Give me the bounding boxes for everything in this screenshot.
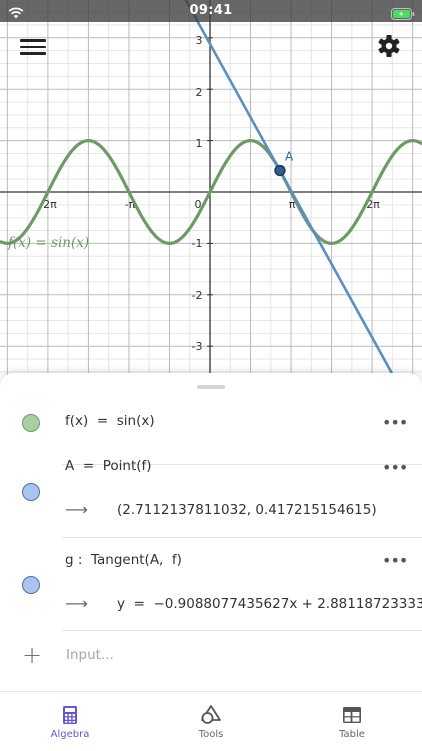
tools-icon [201,705,221,724]
tab-label-algebra: Algebra [50,729,90,740]
y-tick-label: -3 [192,340,203,353]
visibility-toggle-g[interactable] [22,576,40,594]
algebra-row-g[interactable]: g : Tangent(A, f) ••• ⟶ y = −0.908807743… [0,538,422,631]
output-arrow-icon: ⟶ [65,500,88,519]
graphics-view[interactable]: -2π -π π 2π 0 3 2 1 -1 -2 -3 f(x) = sin(… [0,0,422,390]
settings-button[interactable] [376,33,402,59]
point-a[interactable] [274,164,286,177]
expression-g[interactable]: g : Tangent(A, f) [65,552,182,568]
tab-table[interactable]: Table [282,692,422,751]
more-options-g[interactable]: ••• [382,553,408,569]
tab-tools[interactable]: Tools [141,692,281,751]
grid-major-lines [0,0,422,390]
tab-label-table: Table [339,729,365,740]
status-time: 09:41 [189,3,233,18]
y-tick-label: 1 [196,137,203,150]
output-arrow-icon: ⟶ [65,594,88,613]
hamburger-menu-button[interactable] [20,36,46,58]
y-tick-label: 2 [196,86,203,99]
grid-minor-lines [0,0,422,390]
panel-drag-handle[interactable] [197,385,225,389]
input-field[interactable]: Input... [66,647,114,663]
menu-icon [20,39,46,42]
more-options-f[interactable]: ••• [382,415,408,431]
expression-a[interactable]: A = Point(f) [65,458,152,474]
calculator-icon [63,706,77,724]
gear-icon [378,35,400,57]
tab-algebra[interactable]: Algebra [0,692,140,751]
y-tick-label: 3 [196,34,203,47]
axes [0,0,422,390]
visibility-toggle-f[interactable] [22,414,40,432]
status-bar: 09:41 [0,0,422,22]
output-a: (2.7112137811032, 0.417215154615) [117,502,377,518]
output-g: y = −0.9088077435627x + 2.8811872333356 [117,596,422,612]
y-tick-label: -2 [192,289,203,302]
y-tick-label: -1 [192,237,203,250]
algebra-panel: f(x) = sin(x) ••• A = Point(f) ••• ⟶ (2.… [0,373,422,691]
algebra-input-row[interactable]: + Input... [0,633,422,679]
tangent-line-g[interactable] [0,0,422,390]
battery-icon [391,5,415,24]
bottom-tab-bar: Algebra Tools Table [0,691,422,751]
algebra-row-a[interactable]: A = Point(f) ••• ⟶ (2.7112137811032, 0.4… [0,445,422,538]
add-icon[interactable]: + [22,641,42,669]
expression-f[interactable]: f(x) = sin(x) [65,413,155,429]
more-options-a[interactable]: ••• [382,460,408,476]
point-a-label: A [285,150,294,164]
visibility-toggle-a[interactable] [22,483,40,501]
function-label[interactable]: f(x) = sin(x) [7,235,89,251]
table-icon [343,707,361,723]
tab-label-tools: Tools [198,729,224,740]
